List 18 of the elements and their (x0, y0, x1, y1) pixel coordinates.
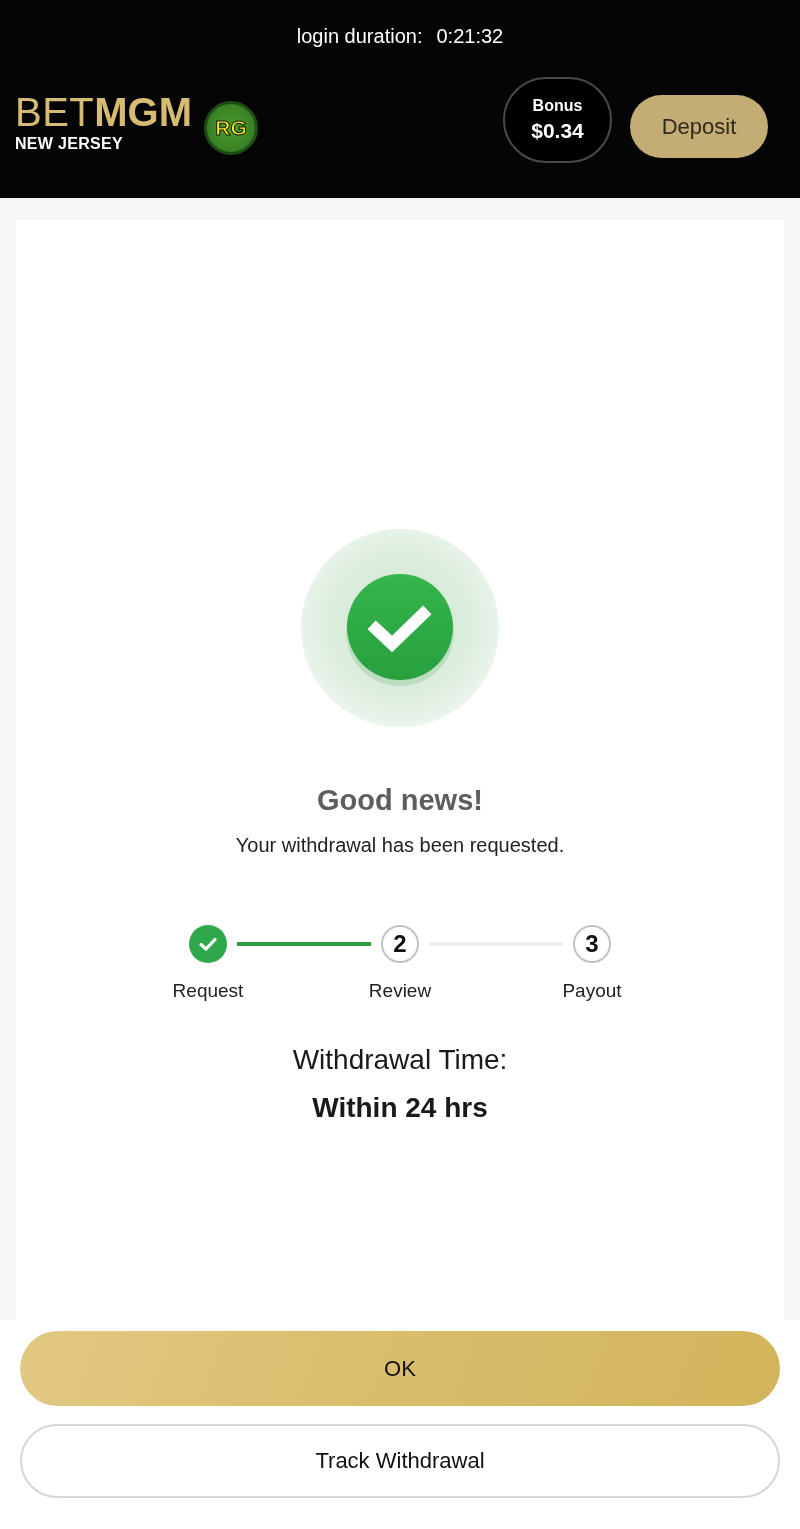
step-number: 3 (573, 925, 611, 963)
withdrawal-time-value: Within 24 hrs (312, 1091, 488, 1125)
step-label: Payout (562, 979, 622, 1003)
step-label: Request (172, 979, 244, 1003)
step-label: Review (368, 979, 432, 1003)
login-duration-value: 0:21:32 (436, 24, 504, 48)
login-duration-label: login duration: (296, 24, 423, 48)
step-number: 2 (381, 925, 419, 963)
bonus-balance-button[interactable]: Bonus $0.34 (503, 77, 612, 163)
withdrawal-time-label: Withdrawal Time: (292, 1043, 508, 1077)
success-check-icon (300, 528, 500, 728)
region-label: NEW JERSEY (15, 134, 124, 154)
brand-logo[interactable]: BETMGM (15, 92, 193, 132)
success-message: Your withdrawal has been requested. (235, 833, 565, 858)
deposit-button[interactable]: Deposit (630, 95, 768, 158)
success-title: Good news! (317, 783, 483, 818)
track-withdrawal-button[interactable]: Track Withdrawal (20, 1424, 780, 1498)
ok-button[interactable]: OK (20, 1331, 780, 1406)
